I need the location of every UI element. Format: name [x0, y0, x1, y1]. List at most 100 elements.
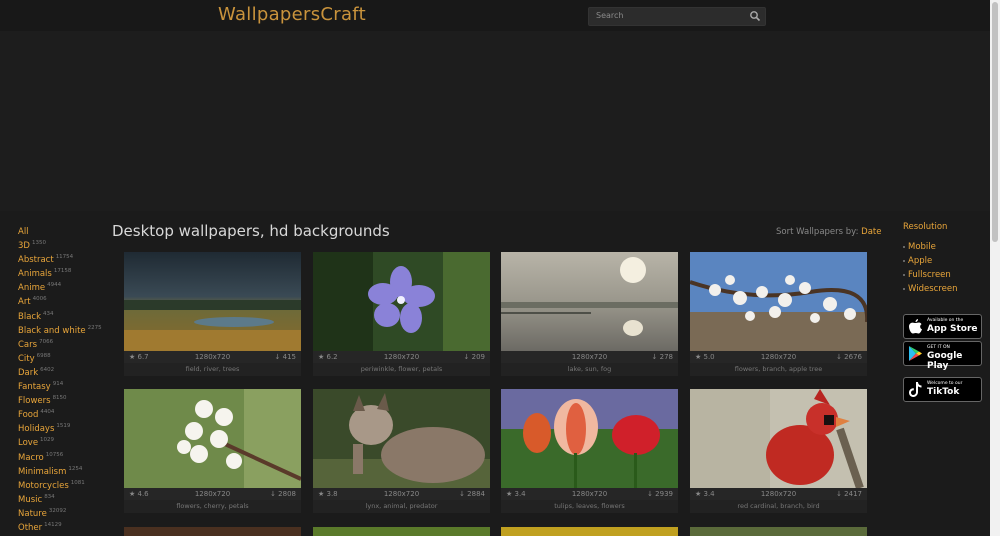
category-item-nature[interactable]: Nature 32092	[18, 504, 102, 519]
wallpaper-tags[interactable]: tulips, leaves, flowers	[501, 500, 678, 513]
scrollbar-thumb[interactable]	[992, 2, 998, 242]
category-item-anime[interactable]: Anime 4944	[18, 278, 102, 293]
resolution-item-apple[interactable]: Apple	[903, 254, 957, 268]
wallpaper-tags[interactable]: lynx, animal, predator	[313, 500, 490, 513]
category-item-animals[interactable]: Animals 17158	[18, 264, 102, 279]
resolution-item-widescreen[interactable]: Widescreen	[903, 282, 957, 296]
category-item-black-and-white[interactable]: Black and white 2275	[18, 321, 102, 336]
store-big-text: TikTok	[927, 387, 960, 397]
wallpaper-card[interactable]: ★ 3.4 1280x720 ↓ 2417 red cardinal, branch…	[690, 389, 867, 515]
wallpaper-tags[interactable]: periwinkle, flower, petals	[313, 363, 490, 376]
category-item-abstract[interactable]: Abstract 11754	[18, 250, 102, 265]
wallpaper-card[interactable]: ★ 3.8 1280x720 ↓ 2884 lynx, animal, predat…	[313, 389, 490, 515]
category-item-other[interactable]: Other 14129	[18, 518, 102, 533]
category-item-fantasy[interactable]: Fantasy 914	[18, 377, 102, 392]
category-item-love[interactable]: Love 1029	[18, 433, 102, 448]
download-count: ↓ 278	[651, 353, 673, 361]
category-item-black[interactable]: Black 434	[18, 307, 102, 322]
search-icon[interactable]	[749, 10, 761, 22]
category-item-art[interactable]: Art 4006	[18, 292, 102, 307]
category-item-3d[interactable]: 3D 1350	[18, 236, 102, 251]
wallpaper-thumbnail-cherry-flowers[interactable]	[124, 389, 301, 488]
category-item-all[interactable]: All	[18, 222, 102, 237]
store-small-text: Welcome to our	[927, 381, 963, 386]
app-store-button[interactable]: Available on the App Store	[903, 314, 982, 339]
wallpaper-card[interactable]: ★ 4.6 1280x720 ↓ 2808 flowers, cherry, pet…	[124, 389, 301, 515]
wallpaper-card[interactable]: ★ 6.7 1280x720 ↓ 415 field, river, trees	[124, 252, 301, 378]
category-count: 6988	[36, 352, 51, 359]
wallpaper-tags[interactable]: red cardinal, branch, bird	[690, 500, 867, 513]
wallpaper-thumbnail-partial[interactable]	[124, 527, 301, 536]
wallpaper-thumbnail-blossom-branch[interactable]	[690, 252, 867, 351]
resolution-item-fullscreen[interactable]: Fullscreen	[903, 268, 957, 282]
page-title: Desktop wallpapers, hd backgrounds	[112, 222, 390, 240]
category-item-cars[interactable]: Cars 7066	[18, 335, 102, 350]
download-count: ↓ 2939	[647, 490, 673, 498]
category-count: 1350	[31, 240, 46, 247]
page-scrollbar[interactable]	[990, 0, 1000, 536]
category-count: 834	[44, 493, 55, 500]
resolution-label: Fullscreen	[908, 270, 951, 280]
resolution-nav: Resolution Mobile Apple Fullscreen Wides…	[903, 222, 957, 296]
store-small-text: GET IT ON	[927, 345, 950, 350]
download-count: ↓ 2417	[836, 490, 862, 498]
resolution-label: Widescreen	[908, 284, 958, 294]
category-label: Black and white	[18, 325, 86, 336]
resolution-item-mobile[interactable]: Mobile	[903, 240, 957, 254]
apple-icon	[909, 319, 922, 334]
category-count: 32092	[48, 507, 67, 514]
category-count: 14129	[44, 521, 62, 528]
wallpaper-tags[interactable]: flowers, branch, apple tree	[690, 363, 867, 376]
category-count: 8150	[52, 395, 67, 402]
wallpaper-card[interactable]: ★ 6.2 1280x720 ↓ 209 periwinkle, flower, p…	[313, 252, 490, 378]
store-big-text: Google Play	[927, 351, 963, 371]
resolution-label: Apple	[908, 256, 933, 266]
wallpaper-thumbnail-cardinal[interactable]	[690, 389, 867, 488]
category-count: 1254	[68, 465, 83, 472]
wallpaper-thumbnail-lake[interactable]	[501, 252, 678, 351]
category-count: 6402	[40, 366, 55, 373]
category-count: 914	[52, 381, 64, 388]
wallpaper-thumbnail-partial[interactable]	[313, 527, 490, 536]
wallpaper-card[interactable]: 1280x720 ↓ 278 lake, sun, fog	[501, 252, 678, 378]
sort-control: Sort Wallpapers by: Date	[776, 227, 881, 237]
search-input[interactable]: Search	[588, 7, 766, 26]
category-count: 4404	[40, 409, 55, 416]
sort-label: Sort Wallpapers by:	[776, 227, 859, 237]
wallpaper-card[interactable]: ★ 5.0 1280x720 ↓ 2676 flowers, branch, app…	[690, 252, 867, 378]
category-count: 17158	[53, 268, 72, 275]
wallpaper-thumbnail-field[interactable]	[124, 252, 301, 351]
category-count: 434	[43, 310, 54, 317]
sort-date-link[interactable]: Date	[861, 227, 881, 237]
wallpaper-thumbnail-lynx[interactable]	[313, 389, 490, 488]
store-small-text: Available on the	[927, 318, 964, 323]
download-count: ↓ 415	[274, 353, 296, 361]
wallpaper-tags[interactable]: lake, sun, fog	[501, 363, 678, 376]
category-item-motorcycles[interactable]: Motorcycles 1081	[18, 476, 102, 491]
category-item-dark[interactable]: Dark 6402	[18, 363, 102, 378]
wallpaper-tags[interactable]: flowers, cherry, petals	[124, 500, 301, 513]
tiktok-button[interactable]: Welcome to our TikTok	[903, 377, 982, 402]
category-item-music[interactable]: Music 834	[18, 490, 102, 505]
wallpaper-thumbnail-partial[interactable]	[690, 527, 867, 536]
site-logo[interactable]: WallpapersCraft	[218, 4, 366, 25]
category-item-minimalism[interactable]: Minimalism 1254	[18, 462, 102, 477]
category-label: Minimalism	[18, 466, 67, 477]
category-count: 2275	[87, 324, 102, 331]
category-item-flowers[interactable]: Flowers 8150	[18, 391, 102, 406]
category-item-city[interactable]: City 6988	[18, 349, 102, 364]
download-count: ↓ 2676	[836, 353, 862, 361]
wallpaper-thumbnail-partial[interactable]	[501, 527, 678, 536]
category-item-holidays[interactable]: Holidays 1519	[18, 419, 102, 434]
wallpaper-thumbnail-tulips[interactable]	[501, 389, 678, 488]
resolution-heading[interactable]: Resolution	[903, 222, 957, 232]
wallpaper-tags[interactable]: field, river, trees	[124, 363, 301, 376]
category-item-macro[interactable]: Macro 10756	[18, 448, 102, 463]
category-item-food[interactable]: Food 4404	[18, 405, 102, 420]
google-play-button[interactable]: GET IT ON Google Play	[903, 341, 982, 371]
wallpaper-card[interactable]: ★ 3.4 1280x720 ↓ 2939 tulips, leaves, flow…	[501, 389, 678, 515]
category-count: 10756	[45, 451, 64, 458]
wallpaper-thumbnail-periwinkle[interactable]	[313, 252, 490, 351]
category-count: 4944	[47, 282, 62, 289]
google-play-icon	[909, 346, 922, 361]
